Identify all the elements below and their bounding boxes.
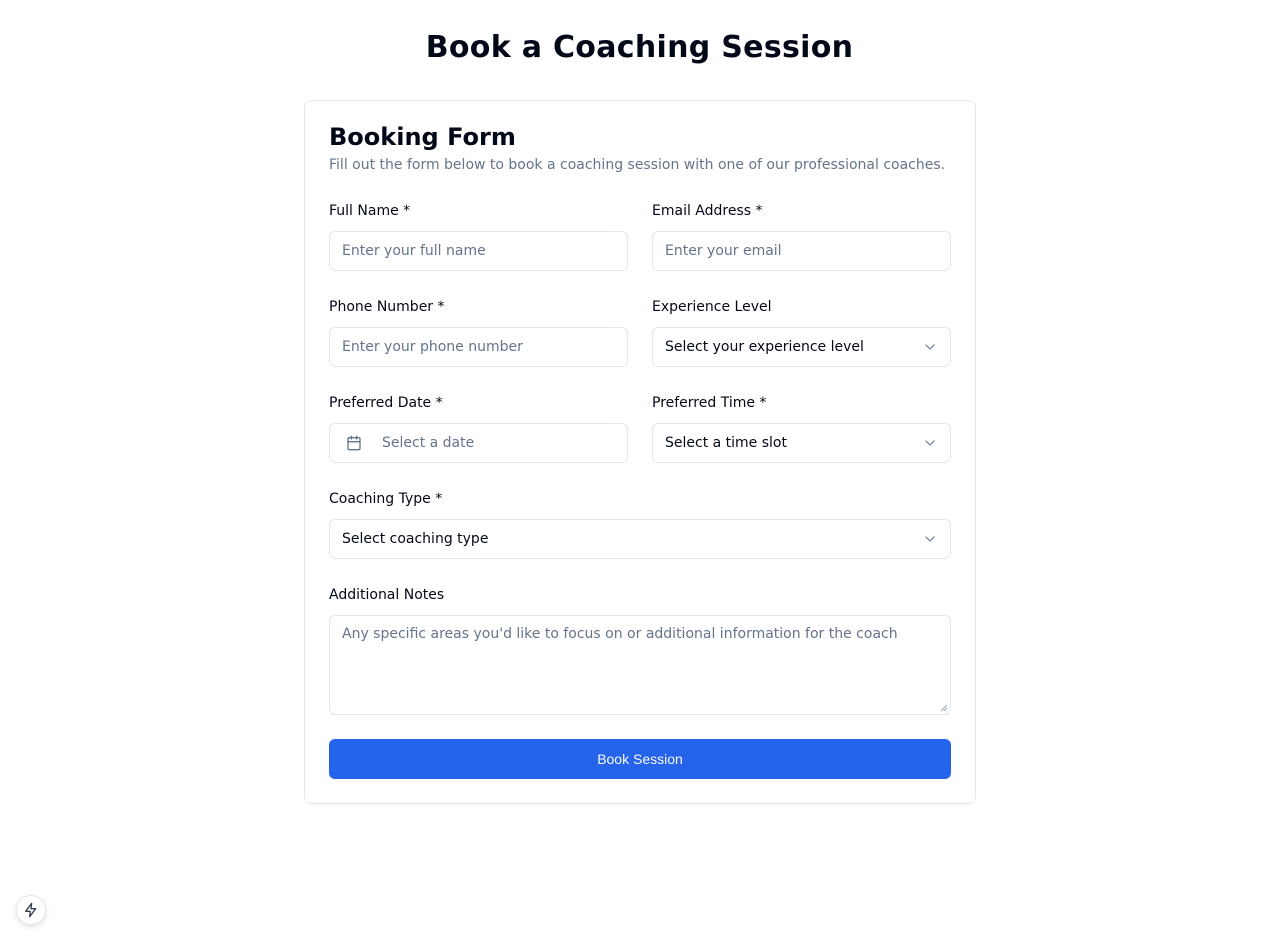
chevron-down-icon bbox=[925, 344, 935, 350]
notes-placeholder: Any specific areas you'd like to focus o… bbox=[342, 626, 898, 642]
dev-tools-button[interactable] bbox=[16, 895, 46, 925]
coaching-type-select[interactable]: Select coaching type bbox=[329, 519, 951, 559]
lightning-icon bbox=[25, 902, 37, 918]
phone-label: Phone Number * bbox=[329, 299, 445, 315]
coaching-type-label: Coaching Type * bbox=[329, 491, 443, 507]
email-label: Email Address * bbox=[652, 203, 763, 219]
time-select-value: Select a time slot bbox=[665, 435, 787, 451]
full-name-placeholder: Enter your full name bbox=[342, 243, 486, 259]
date-placeholder: Select a date bbox=[382, 435, 475, 451]
date-label: Preferred Date * bbox=[329, 395, 443, 411]
time-label: Preferred Time * bbox=[652, 395, 767, 411]
experience-label: Experience Level bbox=[652, 299, 772, 315]
notes-label: Additional Notes bbox=[329, 587, 445, 603]
notes-textarea[interactable]: Any specific areas you'd like to focus o… bbox=[329, 615, 951, 715]
chevron-down-icon bbox=[925, 536, 935, 542]
page-title: Book a Coaching Session bbox=[425, 30, 854, 65]
phone-input[interactable]: Enter your phone number bbox=[329, 327, 628, 367]
full-name-label: Full Name * bbox=[329, 203, 411, 219]
book-session-button[interactable]: Book Session bbox=[329, 739, 951, 779]
date-picker-button[interactable]: Select a date bbox=[329, 423, 628, 463]
booking-form-card: Booking Form Fill out the form below to … bbox=[304, 100, 976, 804]
form-title: Booking Form bbox=[329, 123, 516, 151]
coaching-type-value: Select coaching type bbox=[342, 531, 489, 547]
experience-select[interactable]: Select your experience level bbox=[652, 327, 951, 367]
time-select[interactable]: Select a time slot bbox=[652, 423, 951, 463]
phone-placeholder: Enter your phone number bbox=[342, 339, 523, 355]
email-placeholder: Enter your email bbox=[665, 243, 782, 259]
form-description: Fill out the form below to book a coachi… bbox=[329, 157, 946, 173]
experience-select-value: Select your experience level bbox=[665, 339, 864, 355]
email-input[interactable]: Enter your email bbox=[652, 231, 951, 271]
chevron-down-icon bbox=[925, 440, 935, 446]
calendar-icon bbox=[347, 435, 361, 451]
resize-handle-icon[interactable] bbox=[940, 704, 948, 712]
full-name-input[interactable]: Enter your full name bbox=[329, 231, 628, 271]
